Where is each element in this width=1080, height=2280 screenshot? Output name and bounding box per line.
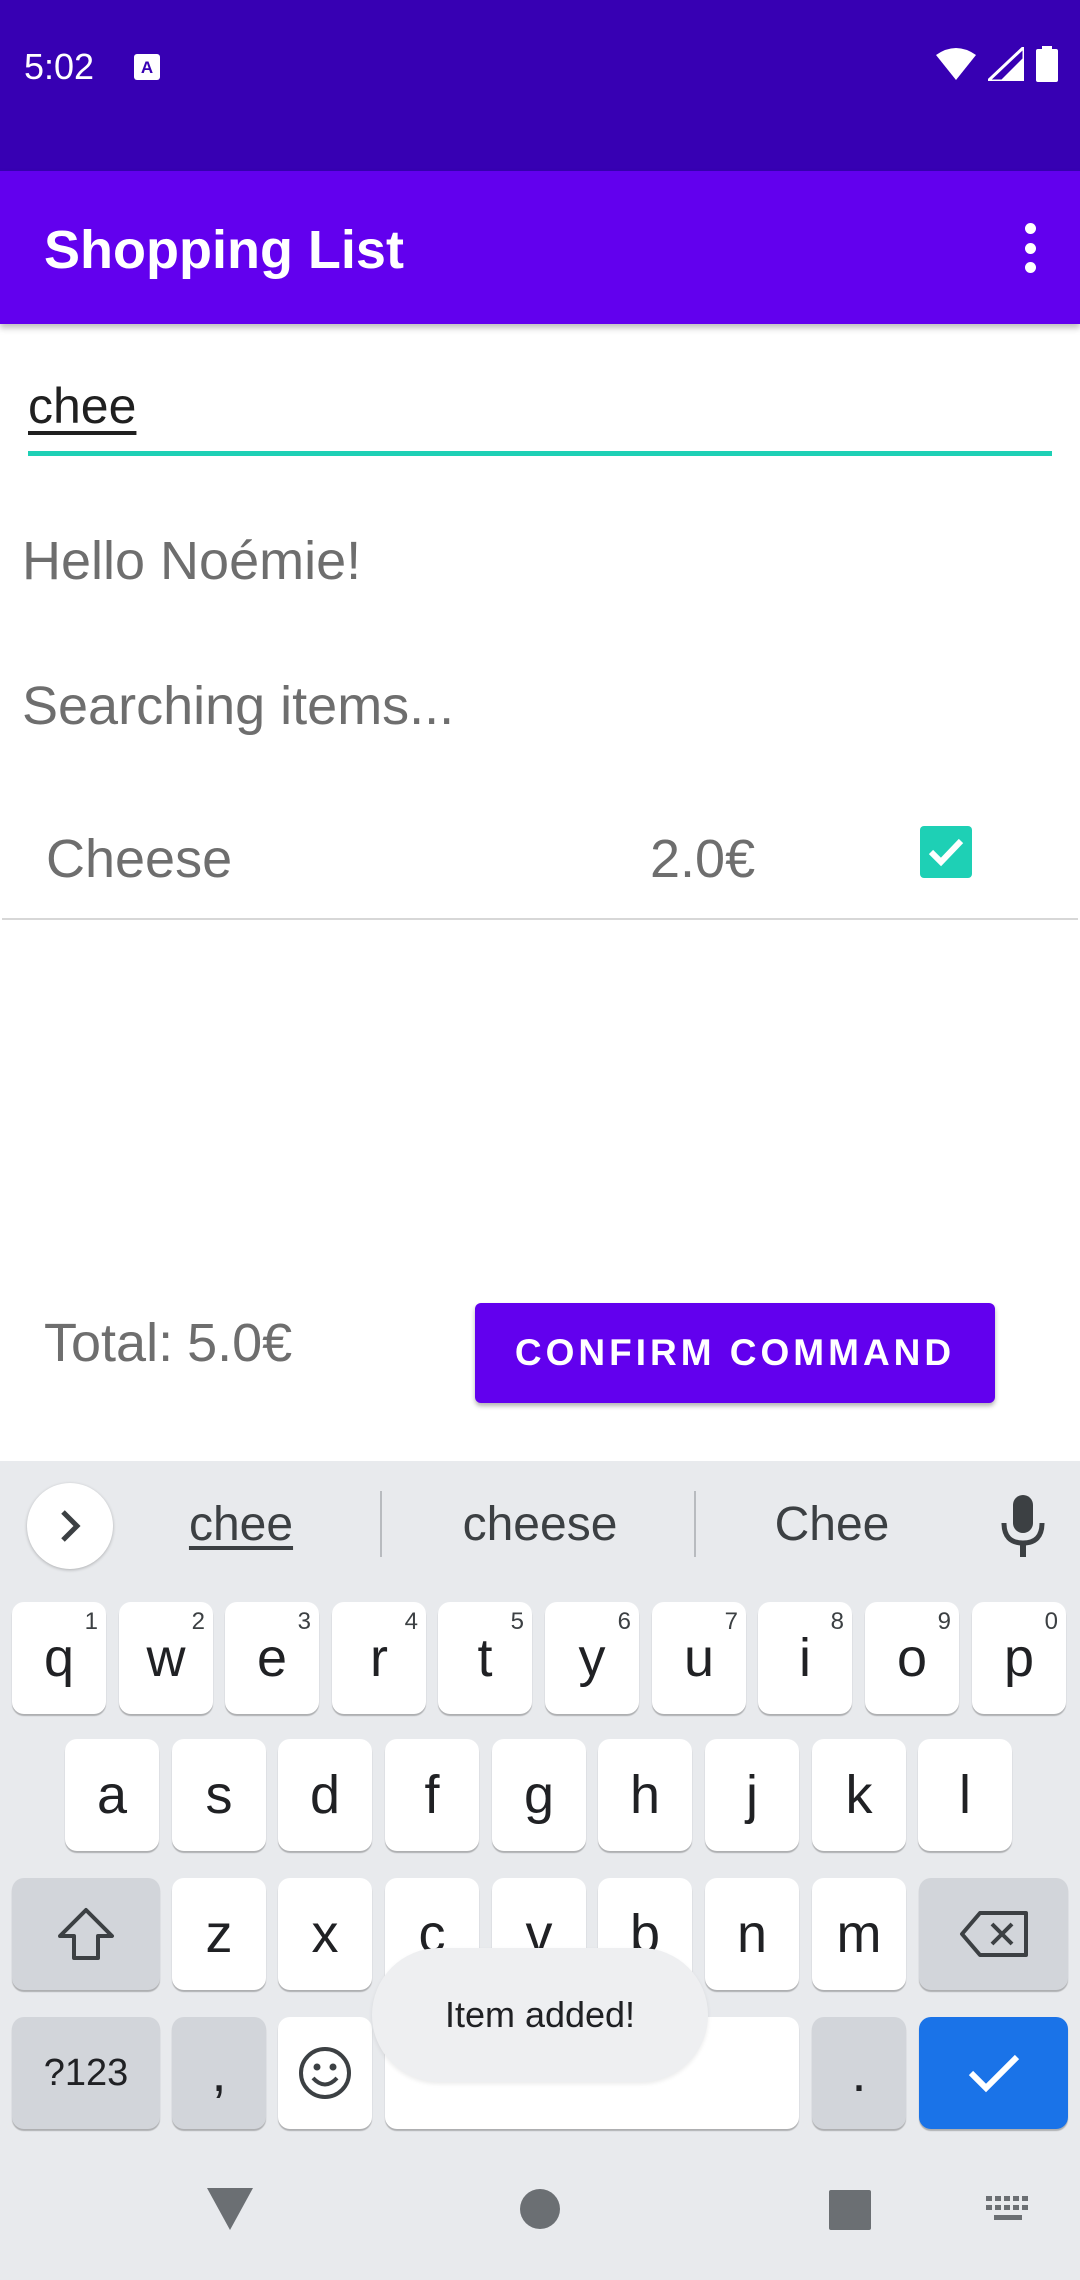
key-x[interactable]: x (278, 1878, 372, 1990)
chevron-right-icon[interactable] (27, 1483, 113, 1569)
suggestion-chee-cap[interactable]: Chee (720, 1497, 944, 1552)
key-d[interactable]: d (278, 1739, 372, 1851)
status-message: Searching items... (22, 676, 455, 736)
shift-key[interactable] (12, 1878, 160, 1990)
suggestion-chee[interactable]: chee (130, 1497, 352, 1552)
comma-key[interactable]: , (172, 2017, 266, 2129)
item-checkbox[interactable] (920, 826, 972, 878)
keyboard-switch-icon[interactable] (986, 2196, 1030, 2224)
key-u[interactable]: u7 (652, 1602, 746, 1714)
check-icon (928, 838, 964, 867)
total-label: Total: (44, 1313, 174, 1373)
overflow-menu-icon[interactable] (1000, 215, 1060, 281)
key-m[interactable]: m (812, 1878, 906, 1990)
key-f[interactable]: f (385, 1739, 479, 1851)
emoji-icon (299, 2047, 351, 2099)
key-n[interactable]: n (705, 1878, 799, 1990)
status-icons (936, 46, 1058, 82)
key-s[interactable]: s (172, 1739, 266, 1851)
app-title: Shopping List (44, 220, 404, 280)
key-g[interactable]: g (492, 1739, 586, 1851)
backspace-icon (959, 1911, 1028, 1957)
key-t[interactable]: t5 (438, 1602, 532, 1714)
recents-icon[interactable] (829, 2190, 871, 2230)
battery-icon (1036, 46, 1058, 82)
check-icon (968, 2054, 1019, 2093)
svg-text:A: A (141, 58, 153, 77)
keyboard-a-icon: A (134, 54, 160, 80)
key-y[interactable]: y6 (545, 1602, 639, 1714)
total-row: Total: 5.0€ (44, 1312, 292, 1374)
enter-key[interactable] (919, 2017, 1068, 2129)
key-r[interactable]: r4 (332, 1602, 426, 1714)
status-time: 5:02 (24, 46, 95, 87)
total-value: 5.0€ (187, 1313, 293, 1373)
suggestion-divider (694, 1491, 696, 1557)
greeting-text: Hello Noémie! (22, 531, 362, 591)
search-input[interactable] (28, 360, 1052, 452)
toast-message: Item added! (372, 1948, 708, 2082)
key-a[interactable]: a (65, 1739, 159, 1851)
mic-icon[interactable] (998, 1493, 1048, 1559)
key-h[interactable]: h (598, 1739, 692, 1851)
status-bar: 5:02 A (0, 0, 1080, 171)
key-p[interactable]: p0 (972, 1602, 1066, 1714)
soft-keyboard: chee cheese Chee q1 w2 e3 r4 t5 y6 u7 i8… (0, 1461, 1080, 2280)
key-q[interactable]: q1 (12, 1602, 106, 1714)
backspace-key[interactable] (919, 1878, 1068, 1990)
suggestion-divider (380, 1491, 382, 1557)
item-name: Cheese (46, 829, 233, 889)
key-i[interactable]: i8 (758, 1602, 852, 1714)
suggestion-bar: chee cheese Chee (0, 1461, 1080, 1591)
app-bar: Shopping List (0, 171, 1080, 324)
key-j[interactable]: j (705, 1739, 799, 1851)
signal-icon (988, 47, 1024, 81)
navigation-bar (0, 2160, 1080, 2280)
key-e[interactable]: e3 (225, 1602, 319, 1714)
wifi-icon (936, 48, 976, 80)
suggestion-cheese[interactable]: cheese (405, 1497, 675, 1552)
search-underline (28, 451, 1052, 456)
list-item[interactable]: Cheese 2.0€ (2, 790, 1078, 920)
key-o[interactable]: o9 (865, 1602, 959, 1714)
key-w[interactable]: w2 (119, 1602, 213, 1714)
key-k[interactable]: k (812, 1739, 906, 1851)
key-l[interactable]: l (918, 1739, 1012, 1851)
back-icon[interactable] (205, 2186, 255, 2232)
symbols-key[interactable]: ?123 (12, 2017, 160, 2129)
confirm-command-button[interactable]: CONFIRM COMMAND (475, 1303, 995, 1403)
emoji-key[interactable] (278, 2017, 372, 2129)
search-field (28, 360, 1052, 456)
home-icon[interactable] (519, 2188, 561, 2230)
item-price: 2.0€ (650, 829, 756, 889)
key-z[interactable]: z (172, 1878, 266, 1990)
shift-icon (58, 1908, 114, 1960)
period-key[interactable]: . (812, 2017, 906, 2129)
